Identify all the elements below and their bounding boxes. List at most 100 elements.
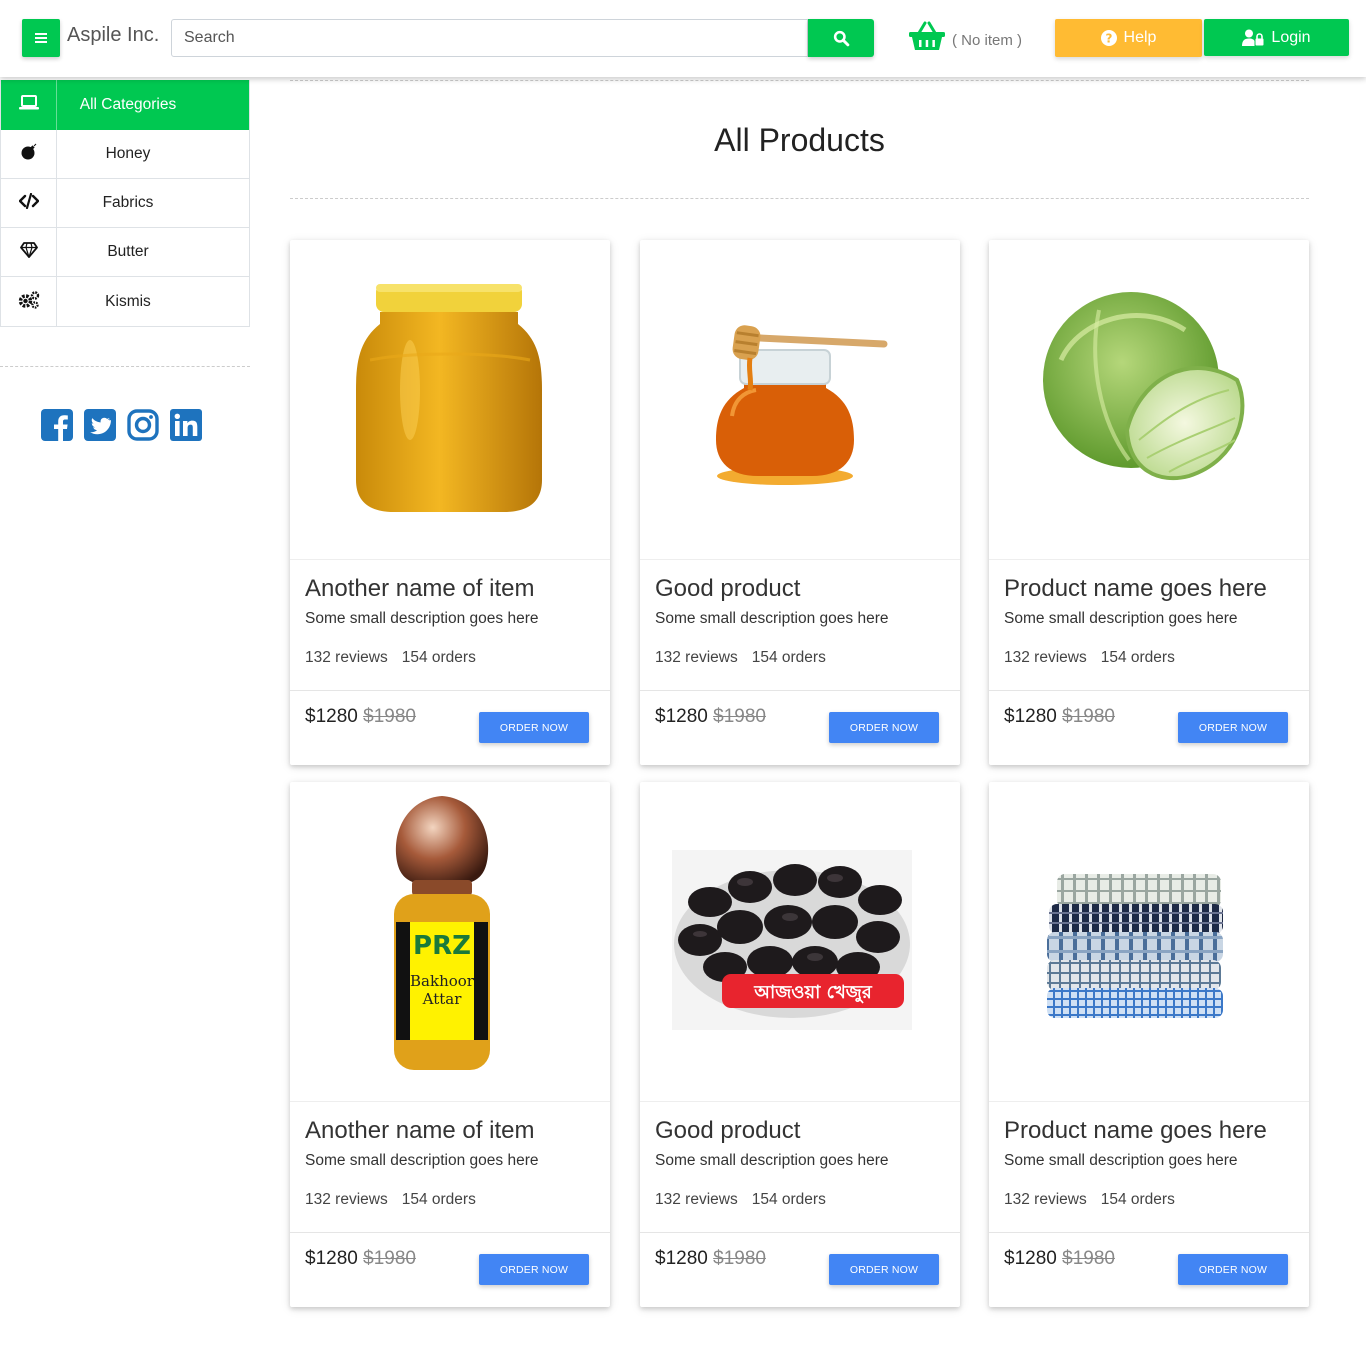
user-lock-icon (1242, 29, 1264, 46)
product-stats: 132 reviews 154 orders (1004, 1191, 1294, 1209)
category-list: All Categories Honey Fabrics Butter Kism… (0, 80, 250, 327)
product-description: Some small description goes here (655, 610, 889, 627)
old-price: $1980 (363, 706, 416, 727)
order-now-button[interactable]: ORDER NOW (829, 1254, 939, 1285)
product-price: $1280 $1980 (655, 1248, 766, 1270)
login-label: Login (1271, 28, 1311, 46)
product-footer: $1280 $1980 ORDER NOW (989, 1233, 1309, 1306)
product-card[interactable]: আজওয়া খেজুর Good product Some small des… (640, 782, 960, 1307)
old-price: $1980 (713, 706, 766, 727)
svg-text:Attar: Attar (422, 990, 463, 1008)
search-input[interactable] (171, 19, 808, 57)
category-label: Honey (105, 145, 151, 162)
old-price: $1980 (363, 1248, 416, 1269)
product-info: Good product Some small description goes… (640, 560, 960, 691)
login-button[interactable]: Login (1204, 19, 1349, 56)
page-title: All Products (714, 122, 885, 158)
product-info: Another name of item Some small descript… (290, 1102, 610, 1233)
product-price: $1280 $1980 (305, 1248, 416, 1270)
search-button[interactable] (808, 19, 874, 57)
product-info: Another name of item Some small descript… (290, 560, 610, 691)
old-price: $1980 (1062, 706, 1115, 727)
order-now-button[interactable]: ORDER NOW (1178, 712, 1288, 743)
order-now-button[interactable]: ORDER NOW (829, 712, 939, 743)
product-card[interactable]: PRZ Bakhoor Attar Another name of item S… (290, 782, 610, 1307)
product-footer: $1280 $1980 ORDER NOW (290, 1233, 610, 1306)
category-label: Kismis (105, 292, 151, 310)
top-divider (290, 80, 1309, 81)
order-count: 154 orders (751, 649, 826, 666)
instagram-icon[interactable] (127, 409, 159, 441)
category-label: Butter (107, 243, 149, 260)
search-icon (833, 30, 849, 46)
svg-text:PRZ: PRZ (413, 931, 471, 961)
category-honey[interactable]: Honey (1, 130, 249, 179)
product-image[interactable]: PRZ Bakhoor Attar (290, 782, 610, 1102)
product-card[interactable]: Product name goes here Some small descri… (989, 782, 1309, 1307)
product-footer: $1280 $1980 ORDER NOW (640, 1233, 960, 1306)
help-button[interactable]: ? Help (1055, 19, 1202, 57)
product-title[interactable]: Another name of item (305, 574, 595, 604)
order-now-button[interactable]: ORDER NOW (479, 712, 589, 743)
product-title[interactable]: Product name goes here (1004, 574, 1294, 604)
product-card[interactable]: Another name of item Some small descript… (290, 240, 610, 765)
product-image[interactable] (989, 782, 1309, 1102)
order-count: 154 orders (751, 1191, 826, 1208)
category-kismis[interactable]: Kismis (1, 277, 249, 326)
category-butter[interactable]: Butter (1, 228, 249, 277)
linkedin-icon[interactable] (170, 409, 202, 441)
category-all[interactable]: All Categories (1, 80, 249, 130)
product-stats: 132 reviews 154 orders (1004, 649, 1294, 667)
twitter-icon[interactable] (84, 409, 116, 441)
code-icon (1, 179, 57, 227)
review-count: 132 reviews (655, 1191, 738, 1208)
product-stats: 132 reviews 154 orders (655, 649, 945, 667)
product-footer: $1280 $1980 ORDER NOW (989, 691, 1309, 764)
gears-icon (1, 277, 57, 326)
product-image[interactable] (640, 240, 960, 560)
product-title[interactable]: Product name goes here (1004, 1116, 1294, 1146)
old-price: $1980 (713, 1248, 766, 1269)
product-image[interactable]: আজওয়া খেজুর (640, 782, 960, 1102)
product-info: Product name goes here Some small descri… (989, 1102, 1309, 1233)
order-count: 154 orders (1100, 1191, 1175, 1208)
product-footer: $1280 $1980 ORDER NOW (640, 691, 960, 764)
product-description: Some small description goes here (655, 1152, 889, 1169)
product-footer: $1280 $1980 ORDER NOW (290, 691, 610, 764)
product-image-label: আজওয়া খেজুর (753, 982, 873, 1004)
category-label: All Categories (79, 96, 177, 113)
product-card[interactable]: Good product Some small description goes… (640, 240, 960, 765)
category-fabrics[interactable]: Fabrics (1, 179, 249, 228)
product-description: Some small description goes here (305, 610, 539, 627)
laptop-icon (1, 80, 57, 130)
review-count: 132 reviews (1004, 649, 1087, 666)
facebook-icon[interactable] (41, 409, 73, 441)
product-title[interactable]: Good product (655, 574, 945, 604)
menu-toggle-button[interactable] (22, 19, 60, 57)
hamburger-icon (35, 33, 47, 43)
product-title[interactable]: Another name of item (305, 1116, 595, 1146)
product-image[interactable] (290, 240, 610, 560)
product-price: $1280 $1980 (305, 706, 416, 728)
brand-name[interactable]: Aspile Inc. (67, 24, 159, 47)
order-now-button[interactable]: ORDER NOW (479, 1254, 589, 1285)
order-now-button[interactable]: ORDER NOW (1178, 1254, 1288, 1285)
current-price: $1280 (655, 1248, 708, 1269)
product-image[interactable] (989, 240, 1309, 560)
product-title[interactable]: Good product (655, 1116, 945, 1146)
order-count: 154 orders (1100, 649, 1175, 666)
product-info: Product name goes here Some small descri… (989, 560, 1309, 691)
shopping-basket-icon (909, 21, 945, 50)
product-info: Good product Some small description goes… (640, 1102, 960, 1233)
help-label: Help (1123, 29, 1157, 46)
category-label: Fabrics (102, 194, 154, 211)
product-stats: 132 reviews 154 orders (655, 1191, 945, 1209)
product-description: Some small description goes here (305, 1152, 539, 1169)
product-description: Some small description goes here (1004, 1152, 1238, 1169)
svg-text:Bakhoor: Bakhoor (410, 972, 475, 990)
top-navbar: Aspile Inc. ( No item ) ? Help Login (0, 0, 1366, 77)
title-divider (290, 198, 1309, 199)
cart-link[interactable]: ( No item ) (908, 20, 1022, 52)
product-price: $1280 $1980 (1004, 706, 1115, 728)
product-card[interactable]: Product name goes here Some small descri… (989, 240, 1309, 765)
